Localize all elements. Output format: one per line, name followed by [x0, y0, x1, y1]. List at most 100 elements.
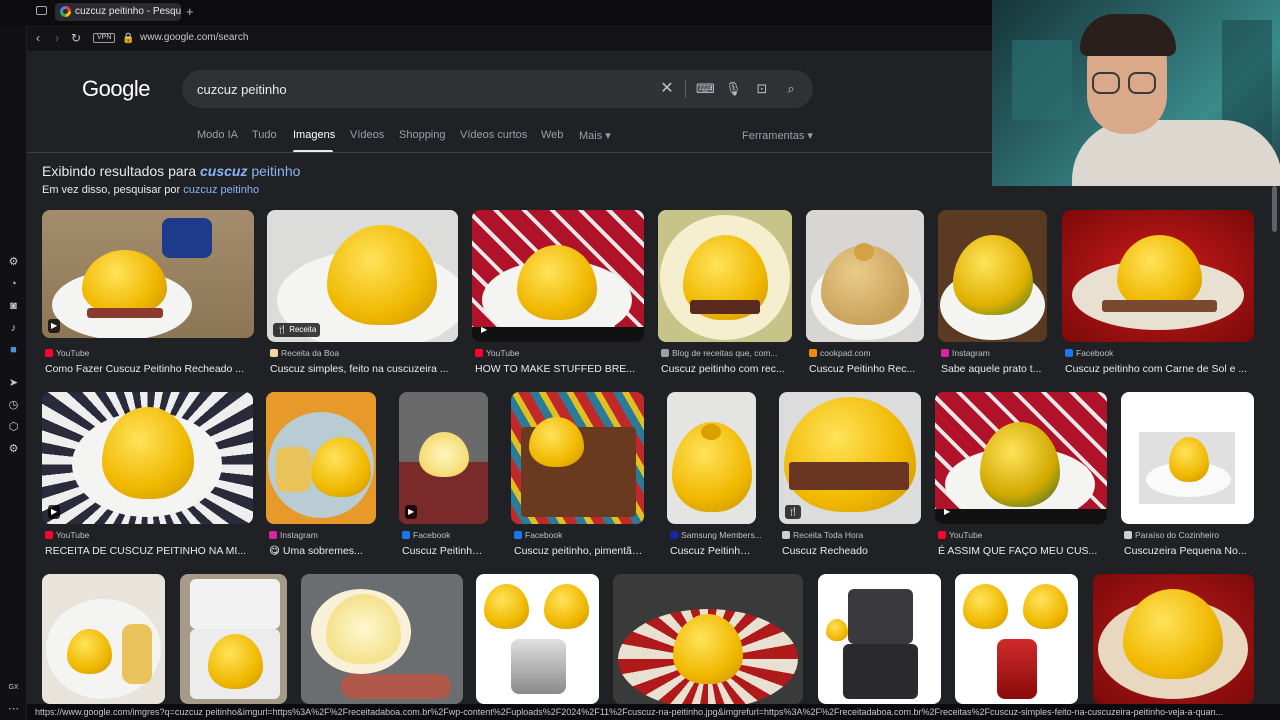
result-thumbnail[interactable]: ▶ — [42, 210, 254, 338]
camera-search-icon[interactable]: ⊡ — [754, 81, 770, 97]
result-title[interactable]: Como Fazer Cuscuz Peitinho Recheado ... — [45, 363, 251, 375]
spelling-correction: Exibindo resultados para cuscuz peitinho — [42, 163, 300, 179]
corrected-query-link[interactable]: cuscuz peitinho — [200, 163, 300, 179]
result-title[interactable]: Cuscuz peitinho com rec... — [661, 363, 791, 375]
tab-videos[interactable]: Vídeos — [350, 129, 384, 141]
result-thumbnail[interactable]: ▶ — [472, 210, 644, 342]
history-icon[interactable]: ◷ — [6, 398, 21, 413]
result-thumbnail[interactable]: ▶ — [935, 392, 1107, 524]
instagram-icon[interactable]: ◙ — [6, 299, 21, 314]
google-logo[interactable]: Google — [82, 76, 150, 102]
tools-button[interactable]: Ferramentas ▾ — [742, 129, 813, 142]
tiktok-icon[interactable]: ♪ — [6, 321, 21, 336]
tab-tudo[interactable]: Tudo — [252, 129, 277, 141]
address-bar: ‹ › ↻ VPN 🔒 www.google.com/search — [27, 25, 992, 51]
tab-videos-curtos[interactable]: Vídeos curtos — [460, 129, 527, 141]
tab-menu-icon[interactable] — [36, 6, 47, 15]
result-title[interactable]: Cuscuzeira Pequena No... — [1124, 545, 1253, 557]
search-box[interactable]: ✕ ⌨ 🎙 ⊡ ⌕ — [182, 70, 813, 108]
reload-icon[interactable]: ↻ — [71, 31, 81, 45]
search-input[interactable] — [197, 70, 637, 108]
source-name: cookpad.com — [820, 348, 871, 358]
scrollbar[interactable] — [1272, 186, 1277, 232]
result-title[interactable]: HOW TO MAKE STUFFED BRE... — [475, 363, 643, 375]
tab-modo-ia[interactable]: Modo IA — [197, 129, 238, 141]
url-field[interactable]: www.google.com/search — [140, 32, 248, 43]
status-url: https://www.google.com/imgres?q=cuzcuz p… — [27, 704, 1280, 720]
settings-icon[interactable]: ⚙ — [6, 442, 21, 457]
source-name: Receita da Boa — [281, 348, 340, 358]
result-source: cookpad.com — [809, 348, 871, 358]
result-thumbnail[interactable] — [806, 210, 924, 342]
result-source: Instagram — [941, 348, 990, 358]
result-thumbnail[interactable]: 🍴 — [779, 392, 921, 524]
result-thumbnail[interactable] — [511, 392, 644, 524]
recipe-icon: 🍴 — [785, 505, 801, 519]
result-thumbnail[interactable] — [476, 574, 599, 704]
result-title[interactable]: Cuscuz Peitinho R... — [670, 545, 755, 557]
result-title[interactable]: Cuscuz Peitinho Rec... — [809, 363, 923, 375]
tab-web[interactable]: Web — [541, 129, 563, 141]
result-title[interactable]: Sabe aquele prato t... — [941, 363, 1046, 375]
vpn-badge[interactable]: VPN — [93, 33, 116, 43]
result-thumbnail[interactable]: 🍴 Receita — [267, 210, 458, 342]
new-tab-icon[interactable]: + — [186, 4, 194, 19]
source-name: Samsung Members... — [681, 530, 762, 540]
result-thumbnail[interactable] — [955, 574, 1078, 704]
corrected-rest: peitinho — [251, 163, 301, 179]
result-thumbnail[interactable]: ▶ — [399, 392, 488, 524]
keyboard-icon[interactable]: ⌨ — [696, 81, 715, 97]
result-thumbnail[interactable] — [1093, 574, 1254, 704]
tab-shopping[interactable]: Shopping — [399, 129, 446, 141]
showing-prefix: Exibindo resultados para — [42, 163, 197, 179]
result-source: YouTube — [45, 348, 89, 358]
result-thumbnail[interactable] — [667, 392, 756, 524]
divider — [685, 80, 686, 98]
result-source: Samsung Members... — [670, 530, 762, 540]
send-icon[interactable]: ➤ — [6, 376, 21, 391]
result-thumbnail[interactable] — [613, 574, 803, 704]
result-title[interactable]: RECEITA DE CUSCUZ PEITINHO NA MI... — [45, 545, 252, 557]
result-thumbnail[interactable] — [180, 574, 287, 704]
result-thumbnail[interactable]: ▶ — [42, 392, 253, 524]
gear-icon[interactable]: ⚙ — [6, 255, 21, 270]
app-icon[interactable]: ■ — [6, 343, 21, 358]
result-title[interactable]: Cuscuz simples, feito na cuscuzeira ... — [270, 363, 456, 375]
video-badge-icon: ▶ — [405, 505, 418, 519]
back-icon[interactable]: ‹ — [36, 31, 40, 45]
tab-mais-label: Mais — [579, 130, 603, 142]
tab-google-search[interactable]: cuzcuz peitinho - Pesquisa — [55, 3, 181, 21]
video-badge-icon: ▶ — [48, 505, 61, 519]
result-title[interactable]: Cuscuz Recheado — [782, 545, 920, 557]
result-thumbnail[interactable] — [658, 210, 792, 342]
result-thumbnail[interactable] — [1062, 210, 1254, 342]
clear-icon[interactable]: ✕ — [659, 81, 675, 97]
result-title[interactable]: É ASSIM QUE FAÇO MEU CUS... — [938, 545, 1106, 557]
tab-strip: cuzcuz peitinho - Pesquisa + — [0, 0, 992, 25]
result-title[interactable]: Cuscuz peitinho com Carne de Sol e ... — [1065, 363, 1253, 375]
lock-icon[interactable]: 🔒 — [122, 32, 134, 46]
google-favicon-icon — [60, 6, 71, 17]
result-title[interactable]: 😋 Uma sobremes... — [269, 545, 375, 557]
recipe-badge: 🍴 Receita — [273, 323, 321, 337]
extensions-icon[interactable]: ⬡ — [6, 420, 21, 435]
original-query-link[interactable]: cuzcuz peitinho — [183, 184, 259, 196]
result-thumbnail[interactable] — [1121, 392, 1254, 524]
source-name: Blog de receitas que, com... — [672, 348, 778, 358]
result-thumbnail[interactable] — [301, 574, 463, 704]
more-icon[interactable]: ⋯ — [6, 702, 21, 717]
source-name: YouTube — [949, 530, 983, 540]
result-thumbnail[interactable] — [42, 574, 165, 704]
result-thumbnail[interactable] — [818, 574, 941, 704]
forward-icon[interactable]: › — [55, 31, 59, 45]
result-title[interactable]: Cuscuz peitinho, pimentão... — [514, 545, 643, 557]
microphone-icon[interactable]: 🎙 — [725, 81, 742, 97]
result-thumbnail[interactable] — [938, 210, 1047, 342]
result-thumbnail[interactable] — [266, 392, 376, 524]
search-icon[interactable]: ⌕ — [783, 81, 799, 97]
source-name: Facebook — [525, 530, 563, 540]
tab-imagens[interactable]: Imagens — [293, 129, 335, 141]
tab-mais[interactable]: Mais ▾ — [579, 129, 611, 142]
whatsapp-icon[interactable]: ◔ — [6, 277, 21, 292]
result-title[interactable]: Cuscuz Peitinho R... — [402, 545, 487, 557]
